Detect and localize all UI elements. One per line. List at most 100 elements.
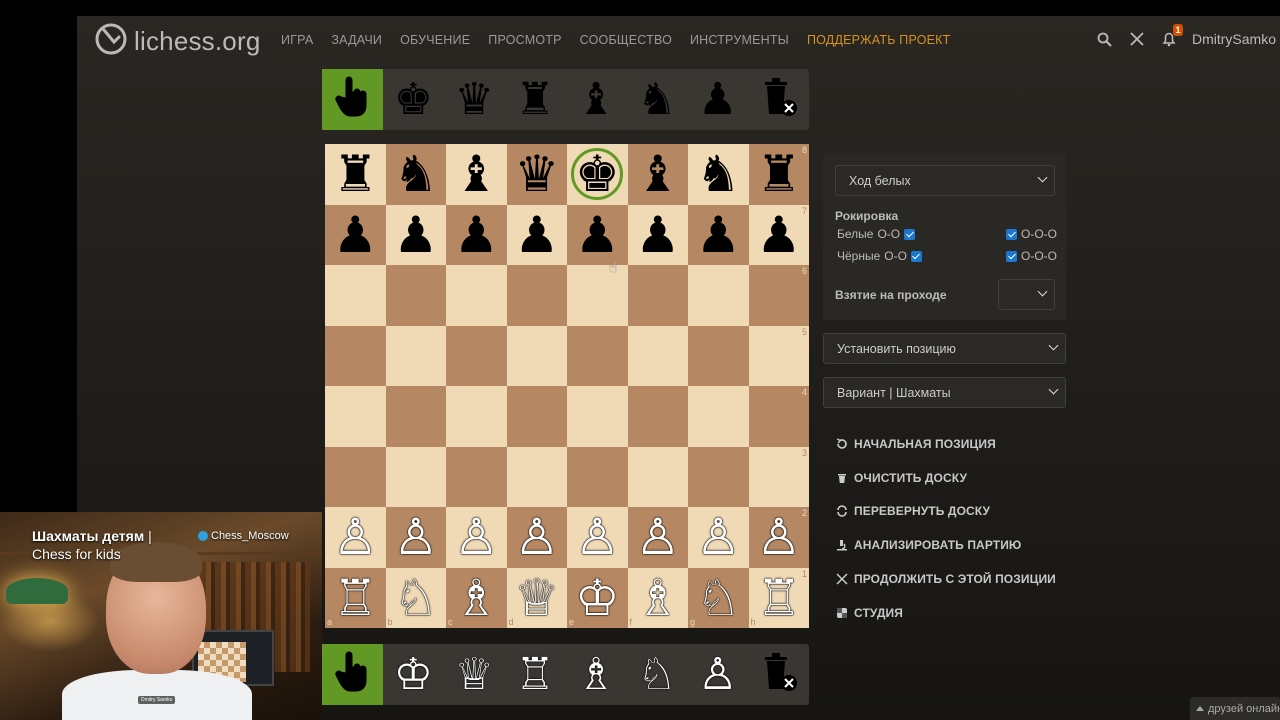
white-knight[interactable]: ♘	[696, 573, 741, 623]
pointer-tool[interactable]	[322, 69, 383, 130]
black-bishop[interactable]: ♝	[454, 149, 499, 199]
site-logo[interactable]: lichess.org	[94, 22, 260, 61]
spare-black-king[interactable]: ♚	[383, 69, 444, 130]
action-flip-board[interactable]: ПЕРЕВЕРНУТЬ ДОСКУ	[836, 495, 1056, 529]
square-e6[interactable]	[567, 265, 628, 326]
white-rook[interactable]: ♖	[756, 573, 801, 623]
square-f6[interactable]	[627, 265, 688, 326]
square-a5[interactable]	[325, 325, 386, 386]
square-a4[interactable]	[325, 386, 386, 447]
nav-play[interactable]: ИГРА	[281, 33, 313, 47]
white-king[interactable]: ♔	[575, 573, 620, 623]
square-g4[interactable]	[688, 386, 749, 447]
user-menu[interactable]: DmitrySamko	[1192, 31, 1276, 47]
black-pawn[interactable]: ♟	[696, 210, 741, 260]
white-bishop[interactable]: ♗	[635, 573, 680, 623]
square-g5[interactable]	[688, 325, 749, 386]
square-f8[interactable]: ♝	[627, 144, 688, 205]
square-f2[interactable]: ♙	[627, 507, 688, 568]
white-pawn[interactable]: ♙	[393, 512, 438, 562]
action-clear-board[interactable]: ОЧИСТИТЬ ДОСКУ	[836, 461, 1056, 495]
black-king[interactable]: ♚	[575, 149, 620, 199]
square-c7[interactable]: ♟	[446, 204, 507, 265]
square-g8[interactable]: ♞	[688, 144, 749, 205]
square-c2[interactable]: ♙	[446, 507, 507, 568]
square-d7[interactable]: ♟	[506, 204, 567, 265]
square-d5[interactable]	[506, 325, 567, 386]
square-d3[interactable]	[506, 446, 567, 507]
square-d8[interactable]: ♛	[506, 144, 567, 205]
spare-white-king[interactable]: ♔	[383, 644, 444, 705]
en-passant-select[interactable]	[998, 279, 1055, 310]
square-c4[interactable]	[446, 386, 507, 447]
pointer-tool[interactable]	[322, 644, 383, 705]
white-pawn[interactable]: ♙	[696, 512, 741, 562]
black-queen[interactable]: ♛	[514, 149, 559, 199]
square-c5[interactable]	[446, 325, 507, 386]
friends-online-bar[interactable]: друзей онлайн	[1190, 697, 1280, 720]
square-f4[interactable]	[627, 386, 688, 447]
set-position-select[interactable]: Установить позицию	[823, 333, 1066, 364]
turn-select[interactable]: Ход белых	[835, 165, 1055, 196]
spare-white-pawn[interactable]: ♙	[687, 644, 748, 705]
black-pawn[interactable]: ♟	[514, 210, 559, 260]
white-long-checkbox[interactable]	[1006, 228, 1017, 240]
square-h7[interactable]: ♟ 7	[748, 204, 809, 265]
square-e4[interactable]	[567, 386, 628, 447]
action-study[interactable]: СТУДИЯ	[836, 596, 1056, 630]
action-continue-from-here[interactable]: ПРОДОЛЖИТЬ С ЭТОЙ ПОЗИЦИИ	[836, 562, 1056, 596]
black-short-castle[interactable]: Чёрные O-O	[837, 249, 922, 263]
black-short-checkbox[interactable]	[910, 250, 922, 262]
action-starting-position[interactable]: НАЧАЛЬНАЯ ПОЗИЦИЯ	[836, 427, 1056, 461]
black-pawn[interactable]: ♟	[756, 210, 801, 260]
trash-tool[interactable]	[748, 69, 809, 130]
white-pawn[interactable]: ♙	[333, 512, 378, 562]
white-pawn[interactable]: ♙	[514, 512, 559, 562]
white-short-castle[interactable]: Белые O-O	[837, 227, 916, 241]
square-e7[interactable]: ♟	[567, 204, 628, 265]
square-d2[interactable]: ♙	[506, 507, 567, 568]
square-b1[interactable]: ♘ b	[385, 567, 446, 628]
white-short-checkbox[interactable]	[904, 228, 916, 240]
square-f7[interactable]: ♟	[627, 204, 688, 265]
spare-black-rook[interactable]: ♜	[505, 69, 566, 130]
black-pawn[interactable]: ♟	[454, 210, 499, 260]
square-b2[interactable]: ♙	[385, 507, 446, 568]
square-d6[interactable]	[506, 265, 567, 326]
spare-black-queen[interactable]: ♛	[444, 69, 505, 130]
white-pawn[interactable]: ♙	[575, 512, 620, 562]
black-long-checkbox[interactable]	[1006, 250, 1017, 262]
square-h2[interactable]: ♙ 2	[748, 507, 809, 568]
bell-icon[interactable]: 1	[1160, 24, 1183, 48]
square-a6[interactable]	[325, 265, 386, 326]
nav-community[interactable]: СООБЩЕСТВО	[580, 33, 672, 47]
square-a8[interactable]: ♜	[325, 144, 386, 205]
black-knight[interactable]: ♞	[696, 149, 741, 199]
square-d1[interactable]: ♕ d	[506, 567, 567, 628]
square-a1[interactable]: ♖ a	[325, 567, 386, 628]
white-pawn[interactable]: ♙	[454, 512, 499, 562]
square-b6[interactable]	[385, 265, 446, 326]
white-rook[interactable]: ♖	[333, 573, 378, 623]
spare-white-knight[interactable]: ♘	[626, 644, 687, 705]
black-pawn[interactable]: ♟	[575, 210, 620, 260]
square-h4[interactable]: 4	[748, 386, 809, 447]
nav-learn[interactable]: ОБУЧЕНИЕ	[400, 33, 470, 47]
square-h3[interactable]: 3	[748, 446, 809, 507]
square-e1[interactable]: ♔ e	[567, 567, 628, 628]
action-analyse[interactable]: АНАЛИЗИРОВАТЬ ПАРТИЮ	[836, 528, 1056, 562]
black-pawn[interactable]: ♟	[393, 210, 438, 260]
square-e2[interactable]: ♙	[567, 507, 628, 568]
nav-tools[interactable]: ИНСТРУМЕНТЫ	[690, 33, 789, 47]
black-rook[interactable]: ♜	[756, 149, 801, 199]
spare-white-queen[interactable]: ♕	[444, 644, 505, 705]
square-h1[interactable]: ♖ 1 h	[748, 567, 809, 628]
white-queen[interactable]: ♕	[514, 573, 559, 623]
square-b5[interactable]	[385, 325, 446, 386]
square-a7[interactable]: ♟	[325, 204, 386, 265]
square-g6[interactable]	[688, 265, 749, 326]
spare-black-knight[interactable]: ♞	[626, 69, 687, 130]
spare-black-pawn[interactable]: ♟	[687, 69, 748, 130]
square-d4[interactable]	[506, 386, 567, 447]
square-e8[interactable]: ♚	[567, 144, 628, 205]
